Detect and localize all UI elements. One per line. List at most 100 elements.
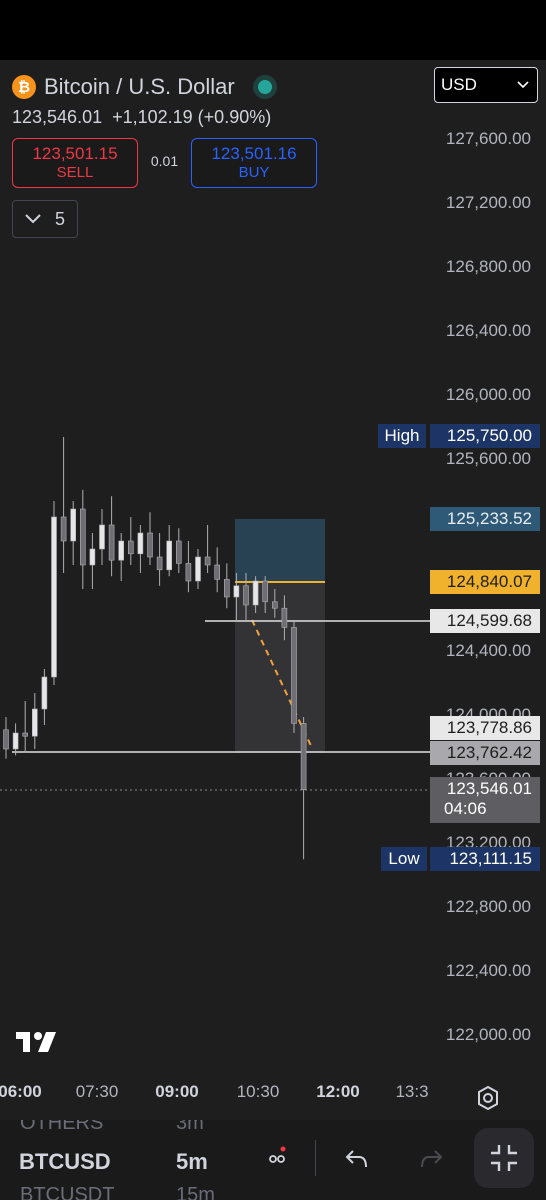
- candle-body: [271, 601, 278, 609]
- prev-interval[interactable]: 3m: [176, 1120, 204, 1135]
- entry-price-tag: 124,840.07: [430, 570, 540, 594]
- symbol-title: Bitcoin / U.S. Dollar: [44, 74, 235, 99]
- indicator-count: 5: [54, 208, 65, 229]
- candle-body: [51, 516, 57, 678]
- candle-body: [128, 540, 134, 555]
- candle-body: [166, 540, 172, 571]
- candle-body: [41, 676, 48, 710]
- buy-button[interactable]: 123,501.16 BUY: [191, 138, 317, 188]
- candle-body: [147, 532, 153, 558]
- candle-body: [204, 556, 211, 566]
- low-price-tag: 123,111.15: [430, 847, 540, 871]
- candle-body: [70, 508, 76, 542]
- settings-icon[interactable]: [474, 1084, 502, 1112]
- current-price-tag: 123,546.01 04:06: [430, 777, 540, 823]
- price-tick: 124,400.00: [445, 641, 531, 660]
- candle-body: [99, 524, 105, 550]
- spread-value: 0.01: [150, 153, 179, 169]
- candle-body: [233, 585, 240, 598]
- candle-body: [156, 556, 163, 571]
- fullscreen-button[interactable]: [474, 1128, 534, 1188]
- bar-countdown: 04:06: [444, 799, 487, 818]
- sell-price: 123,501.15: [32, 144, 118, 163]
- short-position-tool[interactable]: [235, 519, 325, 753]
- candle-body: [224, 579, 230, 598]
- indicators-toggle-button[interactable]: 5: [12, 200, 78, 238]
- candle-body: [281, 607, 288, 628]
- chevron-down-icon: [25, 214, 41, 224]
- fullscreen-icon: [491, 1145, 517, 1171]
- candle-body: [22, 732, 29, 737]
- time-tick: 12:00: [316, 1082, 360, 1101]
- buy-label: BUY: [238, 164, 270, 181]
- bottom-toolbar: OTHERS 3m BTCUSD 5m BTCUSDT 15m: [0, 1120, 546, 1200]
- level-2-price-tag: 123,778.86: [430, 716, 540, 740]
- candle-body: [60, 516, 67, 542]
- symbol-header[interactable]: ₿ Bitcoin / U.S. Dollar: [12, 72, 277, 102]
- chevron-down-icon: [517, 81, 529, 89]
- buy-price: 123,501.16: [211, 144, 297, 163]
- candle-body: [262, 580, 269, 603]
- candle-body: [80, 508, 86, 566]
- candle-body: [137, 532, 144, 555]
- time-tick: 06:00: [0, 1082, 42, 1101]
- indicators-icon[interactable]: [266, 1144, 290, 1168]
- level-1-price-tag: 124,599.68: [430, 609, 540, 633]
- low-label: Low: [381, 847, 427, 871]
- time-tick: 10:30: [236, 1082, 280, 1101]
- candle-body: [12, 732, 19, 750]
- last-price: 123,546.01: [12, 107, 103, 127]
- sell-label: SELL: [56, 164, 94, 181]
- candle-body: [118, 540, 124, 561]
- high-price-tag: 125,750.00: [430, 424, 540, 448]
- price-change: +1,102.19 (+0.90%): [112, 107, 272, 127]
- undo-icon[interactable]: [344, 1147, 370, 1171]
- status-bar: [0, 0, 546, 60]
- candle-body: [214, 564, 220, 580]
- candle-body: [89, 548, 96, 566]
- risk-zone: [235, 583, 325, 753]
- price-tick: 122,800.00: [445, 897, 531, 916]
- market-status-icon: [252, 75, 277, 99]
- price-tick: 122,000.00: [445, 1025, 531, 1044]
- symbol-selector[interactable]: BTCUSD: [19, 1149, 111, 1175]
- candle-body: [195, 556, 201, 582]
- price-tick: 125,600.00: [445, 449, 531, 468]
- currency-select[interactable]: USD: [434, 67, 538, 103]
- currency-value: USD: [441, 75, 477, 94]
- target-price-tag: 125,233.52: [430, 507, 540, 531]
- price-tick: 126,800.00: [445, 257, 531, 276]
- next-symbol[interactable]: BTCUSDT: [20, 1184, 114, 1200]
- price-tick: 127,600.00: [445, 129, 531, 148]
- candle-body: [31, 708, 38, 737]
- target-zone: [235, 519, 325, 583]
- time-tick: 07:30: [75, 1082, 119, 1101]
- time-axis[interactable]: 06:00 07:30 09:00 10:30 12:00 13:3: [0, 1082, 440, 1112]
- price-summary: 123,546.01 +1,102.19 (+0.90%): [12, 107, 271, 128]
- tradingview-logo[interactable]: [16, 1028, 64, 1056]
- level-3-price-tag: 123,762.42: [430, 741, 540, 765]
- price-tick: 122,400.00: [445, 961, 531, 980]
- price-tick: 126,000.00: [445, 385, 531, 404]
- toolbar-divider: [315, 1140, 316, 1176]
- price-tick: 127,200.00: [445, 193, 531, 212]
- candle-body: [108, 524, 115, 561]
- candle-body: [3, 729, 9, 750]
- price-tick: 126,400.00: [445, 321, 531, 340]
- sell-button[interactable]: 123,501.15 SELL: [12, 138, 138, 188]
- interval-selector[interactable]: 5m: [176, 1149, 208, 1175]
- bitcoin-icon: ₿: [12, 75, 36, 99]
- candle-body: [252, 580, 259, 606]
- candle-body: [243, 585, 249, 606]
- current-price: 123,546.01: [446, 779, 532, 798]
- prev-symbol[interactable]: OTHERS: [20, 1120, 103, 1135]
- candle-body: [185, 563, 192, 582]
- candle-body: [291, 627, 297, 724]
- time-tick: 13:3: [395, 1082, 429, 1101]
- candle-body: [300, 723, 307, 790]
- candle-body: [176, 540, 182, 564]
- redo-icon[interactable]: [418, 1147, 444, 1171]
- time-tick: 09:00: [155, 1082, 199, 1101]
- high-label: High: [378, 424, 426, 448]
- next-interval[interactable]: 15m: [176, 1184, 215, 1200]
